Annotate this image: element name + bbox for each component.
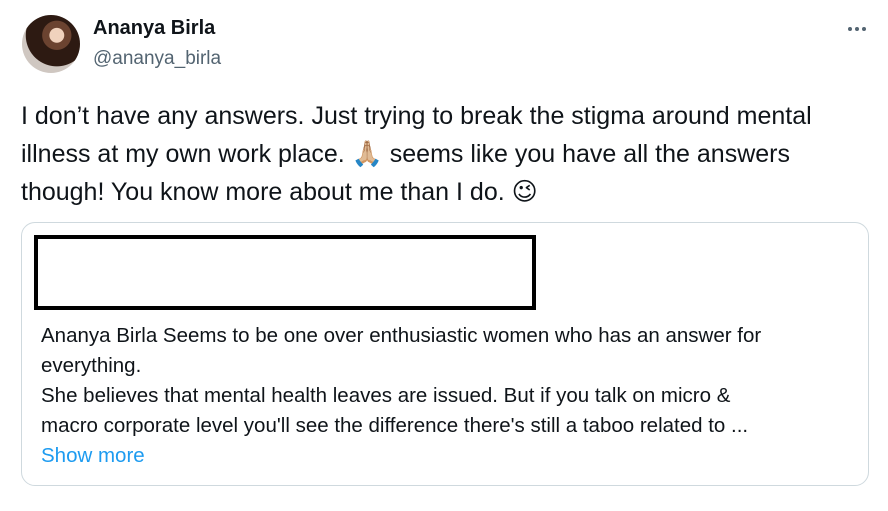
winking-face-emoji-icon: 😉: [511, 177, 538, 206]
tweet-line-part: though! You know more about me than I do…: [21, 178, 505, 206]
avatar[interactable]: [22, 15, 80, 73]
tweet-line-part: seems like you have all the answers: [389, 140, 790, 168]
quote-line: She believes that mental health leaves a…: [41, 384, 731, 407]
redacted-header-box: [34, 235, 536, 310]
author-handle[interactable]: @ananya_birla: [93, 48, 221, 70]
tweet-line-part: illness at my own work place.: [21, 140, 345, 168]
tweet-line: though! You know more about me than I do…: [21, 173, 871, 211]
more-horizontal-icon-dot: [862, 27, 866, 31]
quote-line: everything.: [41, 354, 142, 377]
tweet-line: I don’t have any answers. Just trying to…: [21, 102, 812, 130]
tweet-line: illness at my own work place. 🙏🏼 seems l…: [21, 135, 871, 173]
folded-hands-emoji-icon: 🙏🏼: [351, 139, 383, 168]
show-more-link[interactable]: Show more: [41, 441, 861, 471]
more-options-button[interactable]: [840, 16, 874, 42]
more-horizontal-icon: [848, 27, 852, 31]
tweet-text: I don’t have any answers. Just trying to…: [21, 98, 871, 211]
more-horizontal-icon-dot: [855, 27, 859, 31]
quoted-post-text: Ananya Birla Seems to be one over enthus…: [41, 321, 861, 471]
author-name[interactable]: Ananya Birla: [93, 17, 215, 40]
quote-line: macro corporate level you'll see the dif…: [41, 414, 749, 437]
quoted-post-card[interactable]: Ananya Birla Seems to be one over enthus…: [21, 222, 869, 486]
quote-line: Ananya Birla Seems to be one over enthus…: [41, 324, 762, 347]
